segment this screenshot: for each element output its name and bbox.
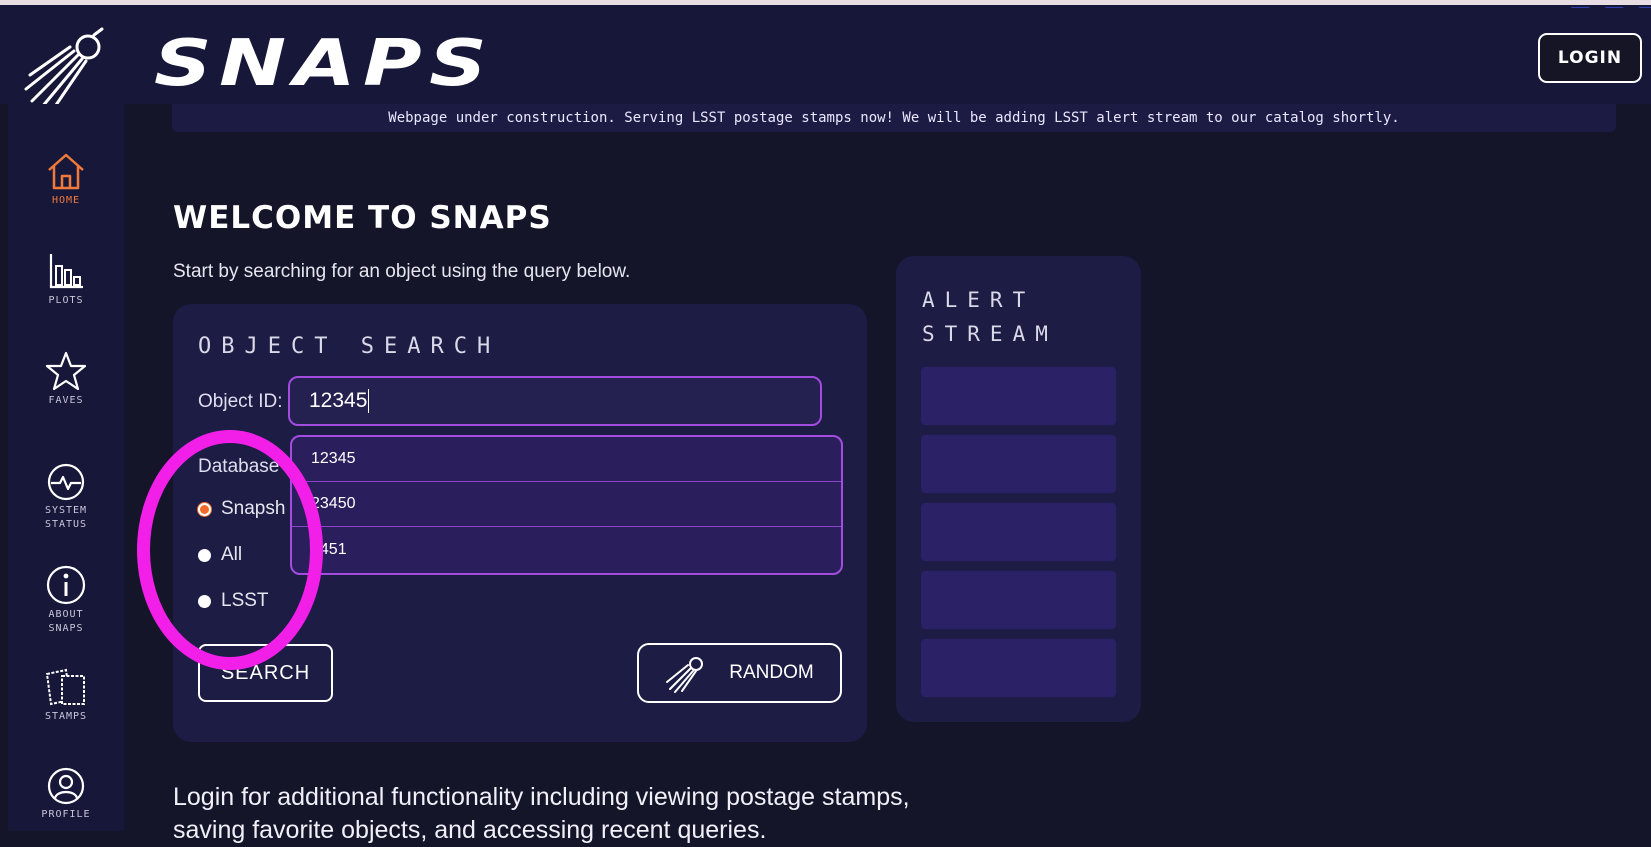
alert-slot [921, 571, 1116, 629]
app-header: SNAPS LOGIN [0, 5, 1651, 109]
page-title: WELCOME TO SNAPS [173, 200, 552, 236]
object-search-title: OBJECT SEARCH [198, 334, 501, 359]
alert-slot [921, 503, 1116, 561]
sidebar-item-label: STATUS [44, 519, 88, 530]
object-id-suggestions: 12345 23450 3451 [290, 435, 843, 575]
random-button[interactable]: RANDOM [637, 643, 842, 703]
alert-slot [921, 639, 1116, 697]
login-button[interactable]: LOGIN [1538, 33, 1642, 83]
sidebar-item-label: ABOUT [48, 609, 84, 620]
sidebar-item-stamps[interactable]: STAMPS [8, 666, 124, 724]
star-icon [45, 351, 87, 391]
suggestion-item[interactable]: 3451 [292, 527, 841, 572]
sidebar-item-plots[interactable]: PLOTS [8, 250, 124, 308]
sidebar-item-profile[interactable]: PROFILE [8, 766, 124, 822]
snaps-logo-icon[interactable] [20, 25, 110, 113]
sidebar-nav: HOME PLOTS FAVES SYSTEM STATUS ABOUT SNA… [8, 104, 124, 831]
object-id-input[interactable]: 12345 [288, 376, 822, 426]
alert-slot [921, 367, 1116, 425]
random-button-label: RANDOM [729, 662, 814, 683]
sidebar-item-about-snaps[interactable]: ABOUT SNAPS [8, 564, 124, 636]
sidebar-item-faves[interactable]: FAVES [8, 350, 124, 408]
suggestion-item[interactable]: 23450 [292, 482, 841, 527]
page-subtitle: Start by searching for an object using t… [173, 261, 631, 282]
profile-icon [47, 767, 85, 805]
sidebar-item-label: HOME [51, 195, 81, 206]
sidebar-item-label: SYSTEM [44, 505, 88, 516]
heartbeat-icon [47, 463, 85, 501]
stamps-icon [45, 668, 85, 706]
alert-stream-panel: ALERT STREAM [896, 256, 1141, 722]
sidebar-item-label: SNAPS [48, 623, 84, 634]
brand-wordmark[interactable]: SNAPS [154, 27, 494, 101]
text-caret [368, 389, 370, 413]
sidebar-item-label: PROFILE [41, 809, 91, 820]
sidebar-item-label: PLOTS [48, 295, 84, 306]
login-info-text: Login for additional functionality inclu… [173, 783, 910, 844]
object-id-value: 12345 [309, 389, 368, 412]
construction-banner: Webpage under construction. Serving LSST… [172, 104, 1616, 132]
sidebar-item-home[interactable]: HOME [8, 150, 124, 208]
object-id-label: Object ID: [198, 391, 283, 412]
info-icon [46, 565, 86, 605]
bar-chart-icon [49, 254, 83, 289]
sidebar-item-system-status[interactable]: SYSTEM STATUS [8, 462, 124, 532]
home-icon [48, 153, 84, 190]
partial-logo-fragment [1460, 0, 1651, 8]
sidebar-item-label: STAMPS [44, 711, 88, 722]
annotation-highlight-circle [137, 430, 323, 670]
alert-slot [921, 435, 1116, 493]
suggestion-item[interactable]: 12345 [292, 437, 841, 482]
alert-stream-title: ALERT STREAM [922, 288, 1058, 346]
sidebar-item-label: FAVES [48, 395, 84, 406]
comet-icon [666, 657, 704, 693]
